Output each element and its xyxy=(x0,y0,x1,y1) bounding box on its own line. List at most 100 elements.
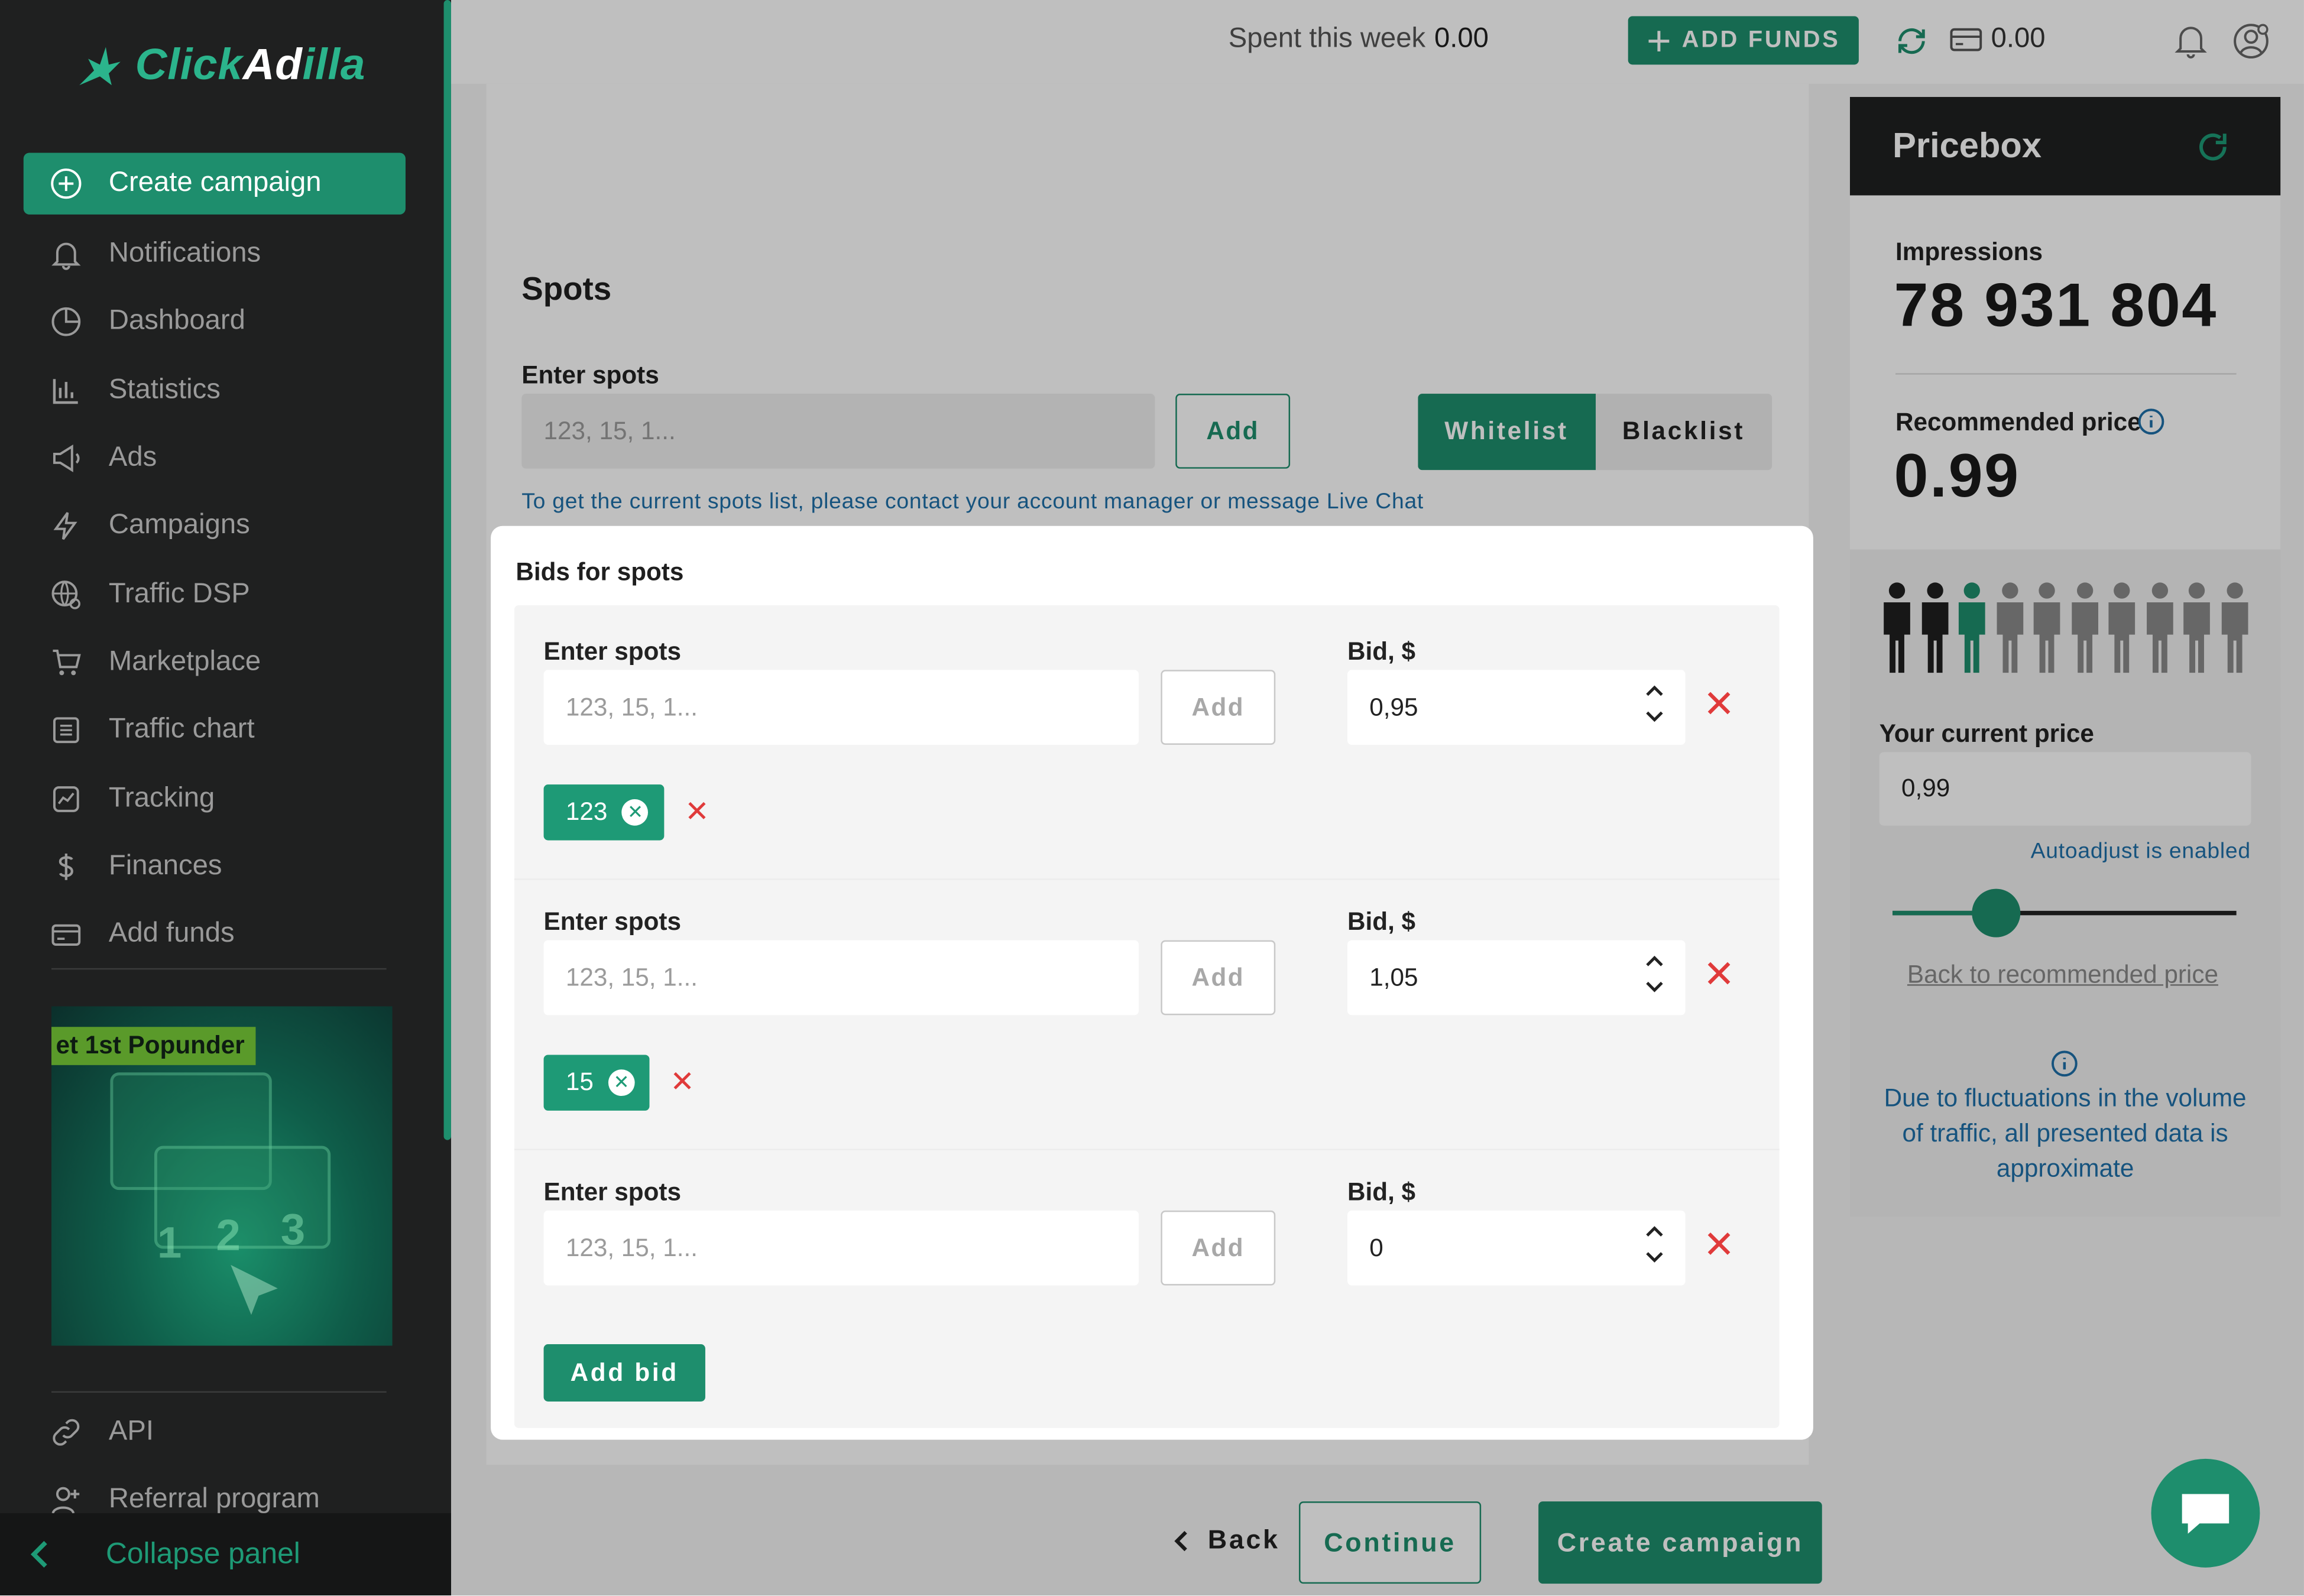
person-icon xyxy=(1921,582,1948,673)
sidebar-item-label: Traffic DSP xyxy=(108,578,250,609)
megaphone-icon xyxy=(48,441,84,476)
stepper-arrows-icon[interactable] xyxy=(1644,952,1665,996)
back-to-recommended-link[interactable]: Back to recommended price xyxy=(1907,961,2218,990)
pricebox-title: Pricebox xyxy=(1893,125,2042,166)
whitelist-button[interactable]: Whitelist xyxy=(1418,394,1595,471)
sidebar-item-label: Ads xyxy=(108,442,157,473)
approximate-data-note: Due to fluctuations in the volume of tra… xyxy=(1884,1084,2247,1183)
bid-amount-value: 0 xyxy=(1369,1233,1383,1261)
sidebar-item-tracking[interactable]: Tracking xyxy=(24,764,406,832)
spots-input[interactable]: 123, 15, 1... xyxy=(521,394,1155,469)
sidebar-item-traffic-dsp[interactable]: Traffic DSP xyxy=(24,560,406,628)
sidebar-item-label: API xyxy=(108,1416,154,1448)
collapse-panel-button[interactable]: Collapse panel xyxy=(0,1513,451,1596)
sidebar-item-ads[interactable]: Ads xyxy=(24,424,406,492)
refresh-icon[interactable] xyxy=(2195,129,2231,165)
impressions-label: Impressions xyxy=(1895,238,2043,266)
sidebar-item-traffic-chart[interactable]: Traffic chart xyxy=(24,696,406,764)
logo-illa: illa xyxy=(302,41,366,90)
promo-banner[interactable]: 1 2 3 et 1st Popunder xyxy=(51,1006,393,1346)
bid-label: Bid, $ xyxy=(1347,907,1416,936)
price-slider-handle[interactable] xyxy=(1972,888,2021,938)
bid-label: Bid, $ xyxy=(1347,637,1416,666)
chevron-left-icon xyxy=(1174,1530,1187,1550)
sidebar-item-api[interactable]: API xyxy=(24,1399,406,1467)
sidebar-scrollbar[interactable] xyxy=(443,0,451,1140)
remove-bid-row-icon[interactable]: ✕ xyxy=(1703,1225,1735,1264)
bid-row-enter-spots-label: Enter spots xyxy=(543,1178,682,1206)
current-price-input[interactable]: 0,99 xyxy=(1879,752,2251,826)
logo-text: ClickAdilla xyxy=(135,41,365,92)
bid-row-spots-input[interactable]: 123, 15, 1... xyxy=(543,1210,1139,1286)
spot-chip: 15 ✕ xyxy=(543,1055,650,1111)
remove-chip-icon[interactable]: ✕ xyxy=(608,1069,635,1097)
app-root: ClickAdilla Create campaign Notification… xyxy=(0,0,2304,1596)
person-icon xyxy=(2146,582,2173,673)
bid-row-add-button[interactable]: Add xyxy=(1161,940,1276,1016)
sync-icon[interactable] xyxy=(1894,24,1930,59)
link-icon xyxy=(48,1415,84,1451)
stepper-arrows-icon[interactable] xyxy=(1644,1222,1665,1267)
bid-row-add-button[interactable]: Add xyxy=(1161,670,1276,745)
impressions-value: 78 931 804 xyxy=(1894,270,2218,340)
spot-chip-label: 15 xyxy=(565,1068,594,1097)
info-icon[interactable] xyxy=(2137,407,2166,436)
sidebar-item-finances[interactable]: Finances xyxy=(24,832,406,900)
back-button[interactable]: Back xyxy=(1172,1525,1280,1556)
add-funds-label: ADD FUNDS xyxy=(1681,27,1840,53)
person-icon xyxy=(1884,582,1910,673)
promo-graphic: 3 xyxy=(280,1206,306,1255)
add-spots-button[interactable]: Add xyxy=(1175,394,1291,469)
sidebar-item-campaigns[interactable]: Campaigns xyxy=(24,492,406,560)
stepper-arrows-icon[interactable] xyxy=(1644,682,1665,726)
list-mode-toggle: Whitelist Blacklist xyxy=(1418,394,1772,471)
continue-button[interactable]: Continue xyxy=(1299,1501,1482,1584)
bid-amount-input[interactable]: 0 xyxy=(1347,1210,1686,1286)
stepper[interactable] xyxy=(1644,952,1665,996)
add-funds-button[interactable]: ADD FUNDS xyxy=(1628,16,1859,65)
clear-chips-icon[interactable]: ✕ xyxy=(685,798,709,828)
spent-value: 0.00 xyxy=(1434,23,1489,54)
audience-people-graphic xyxy=(1880,582,2252,673)
logo[interactable]: ClickAdilla xyxy=(73,41,365,92)
sidebar-item-add-funds[interactable]: Add funds xyxy=(24,900,406,968)
blacklist-button[interactable]: Blacklist xyxy=(1595,394,1772,471)
sidebar-item-label: Statistics xyxy=(108,374,221,406)
add-bid-button[interactable]: Add bid xyxy=(543,1344,705,1402)
bid-amount-input[interactable]: 1,05 xyxy=(1347,940,1686,1016)
sidebar-nav: Create campaign Notifications Dashboard … xyxy=(23,153,406,968)
bid-row-add-button[interactable]: Add xyxy=(1161,1210,1276,1286)
notifications-bell-icon[interactable] xyxy=(2173,22,2209,60)
sidebar-item-notifications[interactable]: Notifications xyxy=(24,220,406,288)
clear-chips-icon[interactable]: ✕ xyxy=(670,1068,695,1098)
autoadjust-status[interactable]: Autoadjust is enabled xyxy=(2031,839,2251,864)
sidebar: ClickAdilla Create campaign Notification… xyxy=(0,0,451,1596)
bell-icon xyxy=(48,236,84,272)
remove-bid-row-icon[interactable]: ✕ xyxy=(1703,955,1735,993)
create-campaign-button[interactable]: Create campaign xyxy=(1538,1501,1822,1584)
bid-row-spots-input[interactable]: 123, 15, 1... xyxy=(543,940,1139,1016)
sidebar-item-dashboard[interactable]: Dashboard xyxy=(24,288,406,356)
current-price-label: Your current price xyxy=(1879,719,2094,748)
sidebar-item-label: Add funds xyxy=(108,918,235,949)
bid-amount-input[interactable]: 0,95 xyxy=(1347,670,1686,745)
person-icon xyxy=(2108,582,2136,673)
card-icon xyxy=(48,917,84,952)
top-bar: Spent this week 0.00 ADD FUNDS 0.00 xyxy=(451,0,2304,84)
spots-hint-link[interactable]: To get the current spots list, please co… xyxy=(521,489,1424,514)
stepper[interactable] xyxy=(1644,682,1665,726)
user-settings-icon[interactable] xyxy=(2232,22,2270,60)
remove-chip-icon[interactable]: ✕ xyxy=(622,799,649,826)
live-chat-button[interactable] xyxy=(2151,1458,2260,1568)
bid-row-spots-input[interactable]: 123, 15, 1... xyxy=(543,670,1139,745)
remove-bid-row-icon[interactable]: ✕ xyxy=(1703,685,1735,723)
sidebar-item-create-campaign[interactable]: Create campaign xyxy=(23,153,406,215)
pie-chart-icon xyxy=(48,305,84,340)
person-icon xyxy=(1996,582,2023,673)
pricebox-divider xyxy=(1895,373,2237,375)
balance-value: 0.00 xyxy=(1991,23,2046,54)
stepper[interactable] xyxy=(1644,1222,1665,1267)
sidebar-item-statistics[interactable]: Statistics xyxy=(24,356,406,424)
promo-graphic: 2 xyxy=(216,1212,241,1261)
sidebar-item-marketplace[interactable]: Marketplace xyxy=(24,628,406,696)
